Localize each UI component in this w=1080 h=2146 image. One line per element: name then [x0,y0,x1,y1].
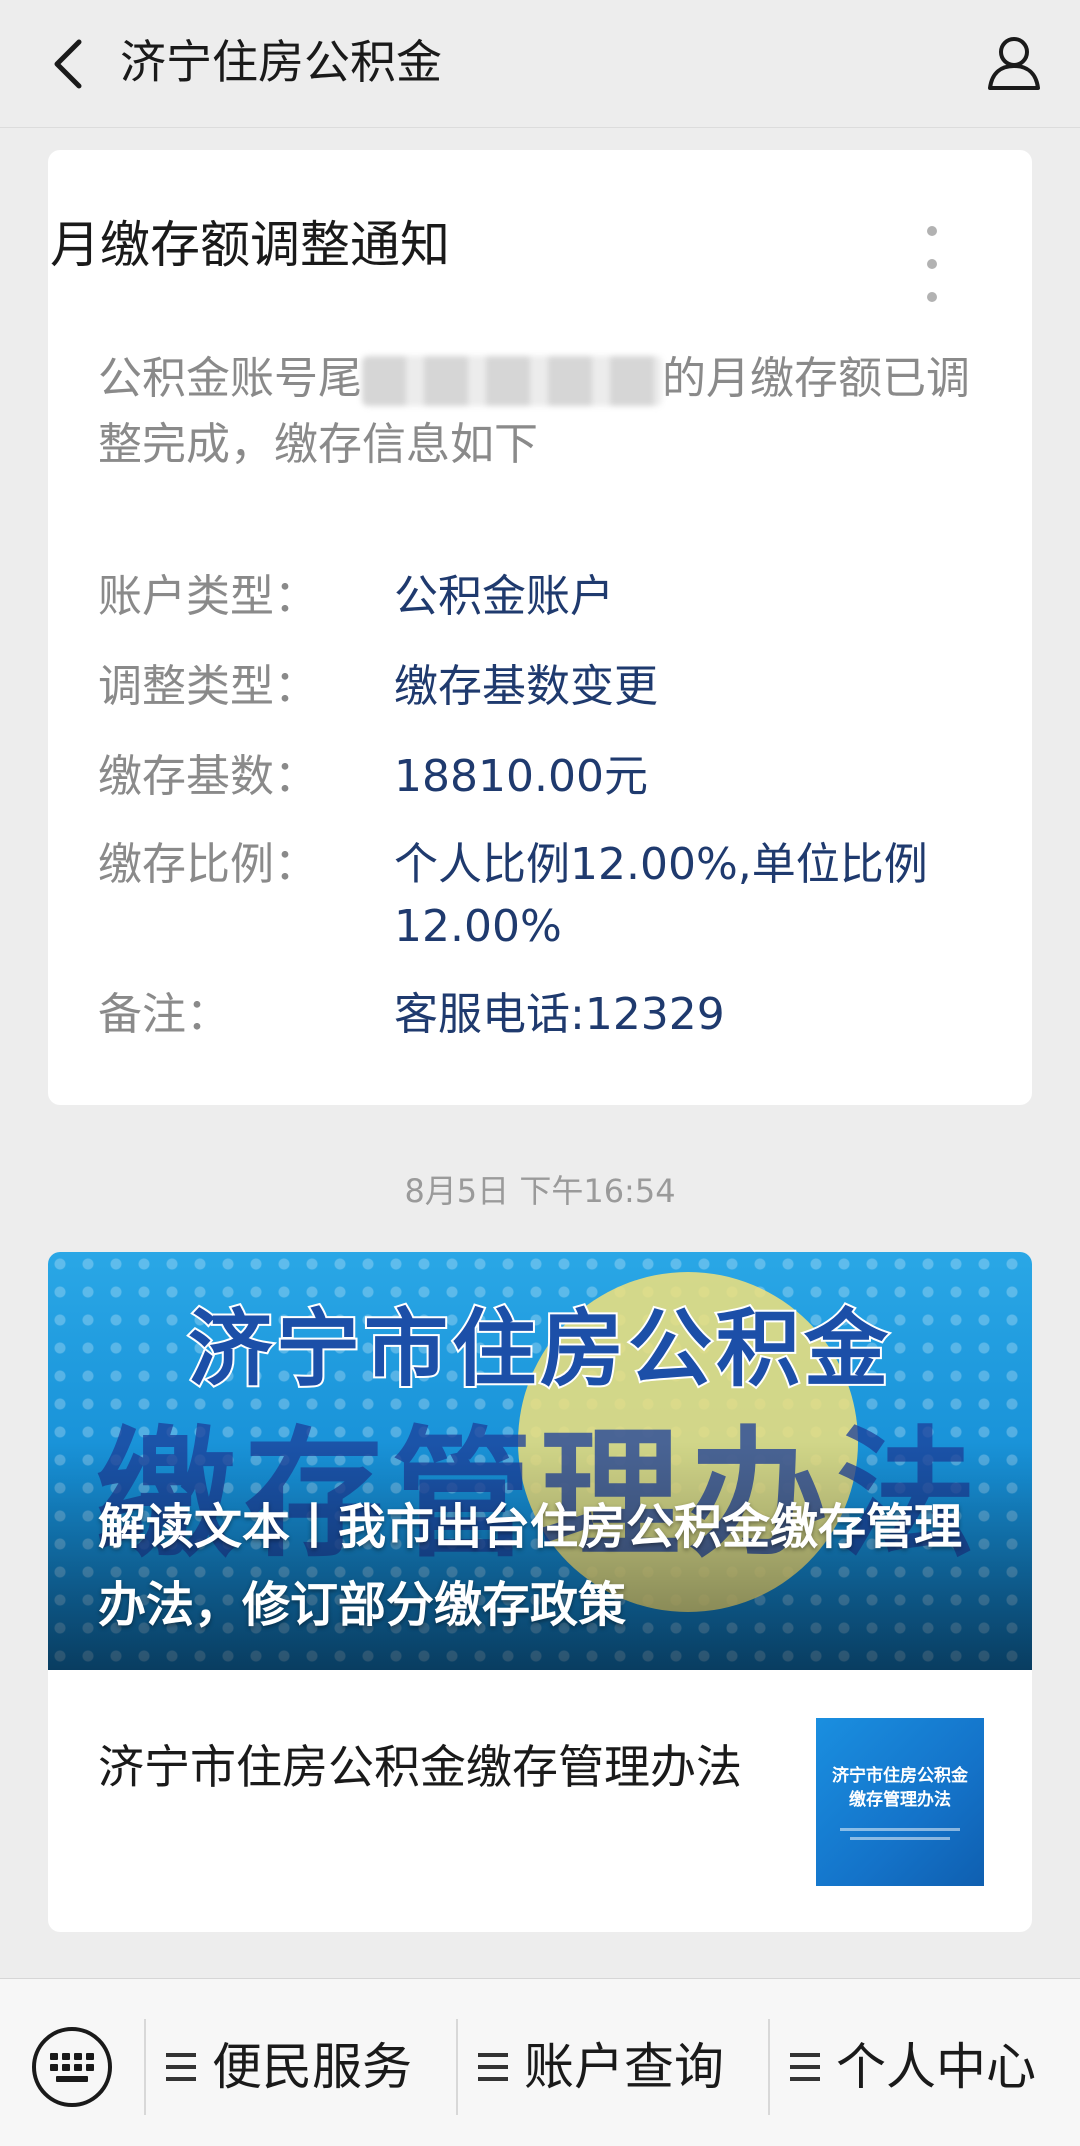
menu-item-label: 个人中心 [836,2038,1036,2096]
article-thumbnail[interactable]: 济宁市住房公积金 缴存管理办法 [816,1718,984,1886]
field-value: 个人比例12.00%,单位比例12.00% [394,839,928,952]
menu-lines-icon [166,2053,196,2081]
top-navbar: 济宁住房公积金 [0,0,1080,128]
menu-divider [768,2019,770,2115]
article-item-title[interactable]: 济宁市住房公积金缴存管理办法 [98,1730,818,1804]
notification-title: 月缴存额调整通知 [50,216,450,274]
menu-divider [144,2019,146,2115]
menu-item-personal-center[interactable]: 个人中心 [790,2019,1036,2115]
page-title: 济宁住房公积金 [120,35,442,89]
field-label: 调整类型： [98,661,318,712]
thumbnail-fine-text [850,1837,950,1840]
menu-item-label: 账户查询 [524,2038,724,2096]
more-vertical-icon[interactable] [912,226,952,302]
menu-lines-icon [478,2053,508,2081]
article-headline[interactable]: 解读文本丨我市出台住房公积金缴存管理办法，修订部分缴存政策 [98,1488,998,1644]
keyboard-icon[interactable] [30,2025,114,2109]
menu-lines-icon [790,2053,820,2081]
field-label: 缴存比例： [98,839,318,890]
message-timestamp: 8月5日 下午16:54 [404,1172,676,1210]
menu-item-convenience-service[interactable]: 便民服务 [166,2019,412,2115]
menu-divider [456,2019,458,2115]
description-prefix: 公积金账号尾 [98,353,362,404]
field-value: 18810.00元 [394,751,648,802]
chevron-left-icon[interactable] [38,34,98,94]
menu-item-account-query[interactable]: 账户查询 [478,2019,724,2115]
field-label: 缴存基数： [98,751,318,802]
thumbnail-line1: 济宁市住房公积金 [832,1766,968,1786]
notification-description: 公积金账号尾 的月缴存额已调整完成，缴存信息如下 [98,346,978,478]
field-value: 客服电话:12329 [394,989,725,1040]
field-label: 备注： [98,989,230,1040]
menu-item-label: 便民服务 [212,2038,412,2096]
thumbnail-line2: 缴存管理办法 [849,1790,951,1810]
bottom-menu-bar: 便民服务 账户查询 个人中心 [0,1978,1080,2146]
thumbnail-fine-text [840,1828,960,1831]
field-value: 缴存基数变更 [394,661,658,712]
field-value: 公积金账户 [394,571,614,622]
user-profile-icon[interactable] [978,26,1050,98]
redacted-account-number [362,356,662,406]
field-label: 账户类型： [98,571,318,622]
article-cover-image[interactable]: 济宁市住房公积金 缴存管理办法 解读文本丨我市出台住房公积金缴存管理办法，修订部… [48,1252,1032,1670]
article-card[interactable]: 济宁市住房公积金 缴存管理办法 解读文本丨我市出台住房公积金缴存管理办法，修订部… [48,1252,1032,1932]
